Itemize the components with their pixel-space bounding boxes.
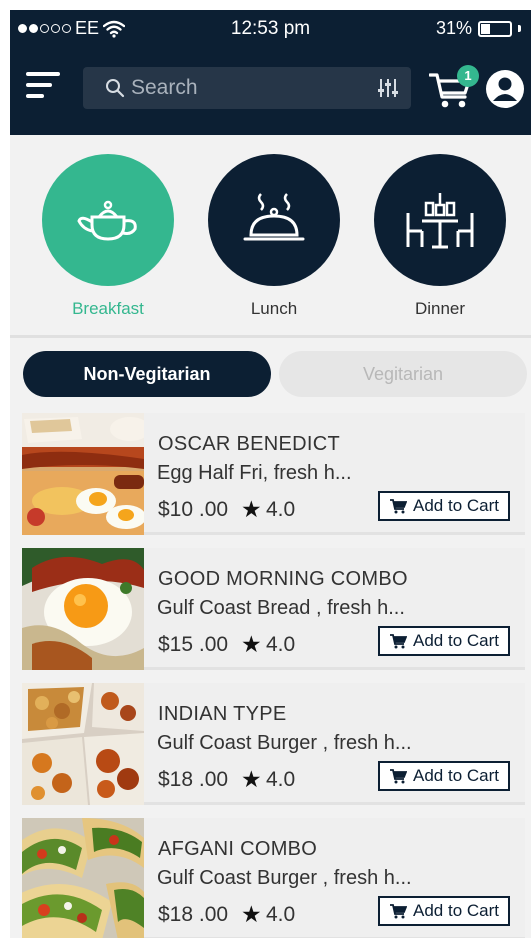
filter-sliders-icon[interactable] (377, 77, 399, 99)
profile-avatar-icon[interactable] (486, 70, 524, 108)
item-rating: 4.0 (266, 498, 296, 521)
app-frame: EE 12:53 pm 31% Search 1 Breakfast Lunch… (10, 10, 531, 938)
teapot-icon (77, 200, 137, 241)
category-label: Dinner (414, 299, 466, 318)
section-divider (10, 335, 531, 338)
cloche-icon (243, 193, 305, 241)
add-to-cart-button[interactable]: Add to Cart (378, 761, 510, 791)
add-to-cart-label: Add to Cart (413, 901, 499, 920)
list-item[interactable]: OSCAR BENEDICT Egg Half Fri, fresh h... … (22, 413, 525, 535)
food-image (22, 413, 144, 535)
add-to-cart-button[interactable]: Add to Cart (378, 491, 510, 521)
tab-vegitarian[interactable]: Vegitarian (279, 351, 527, 397)
search-input[interactable] (131, 76, 361, 100)
item-name: INDIAN TYPE (158, 703, 287, 725)
item-description: Gulf Coast Burger , fresh h... (157, 732, 412, 754)
menu-list: OSCAR BENEDICT Egg Half Fri, fresh h... … (22, 413, 525, 938)
item-rating: 4.0 (266, 633, 296, 656)
star-icon: ★ (241, 631, 262, 657)
category-breakfast[interactable]: Breakfast (42, 154, 174, 319)
hamburger-menu-icon[interactable] (26, 70, 62, 102)
category-label: Breakfast (72, 299, 144, 318)
cart-count-badge: 1 (457, 65, 479, 87)
search-icon (106, 79, 125, 98)
category-label: Lunch (250, 299, 298, 318)
add-to-cart-label: Add to Cart (413, 631, 499, 650)
category-row: Breakfast Lunch Dinner (10, 135, 531, 335)
battery-icon (478, 20, 512, 37)
item-rating: 4.0 (266, 903, 296, 926)
category-lunch[interactable]: Lunch (208, 154, 340, 319)
search-bar[interactable] (83, 67, 411, 109)
star-icon: ★ (241, 766, 262, 792)
item-price: $15 .00 (158, 633, 229, 656)
item-price: $18 .00 (158, 768, 229, 791)
battery-percent: 31% (435, 18, 472, 38)
top-header: EE 12:53 pm 31% Search 1 (10, 10, 531, 135)
add-to-cart-button[interactable]: Add to Cart (378, 626, 510, 656)
add-cart-icon (390, 499, 407, 514)
item-name: GOOD MORNING COMBO (158, 568, 408, 590)
food-image (22, 548, 144, 670)
add-to-cart-button[interactable]: Add to Cart (378, 896, 510, 926)
star-icon: ★ (241, 496, 262, 522)
food-image (22, 818, 144, 938)
add-cart-icon (390, 769, 407, 784)
tab-non-vegitarian[interactable]: Non-Vegitarian (23, 351, 271, 397)
item-price: $10 .00 (158, 498, 229, 521)
dining-table-icon (406, 193, 474, 249)
list-item[interactable]: AFGANI COMBO Gulf Coast Burger , fresh h… (22, 818, 525, 938)
add-cart-icon (390, 904, 407, 919)
add-to-cart-label: Add to Cart (413, 496, 499, 515)
item-rating: 4.0 (266, 768, 296, 791)
category-dinner[interactable]: Dinner (374, 154, 506, 319)
item-name: OSCAR BENEDICT (158, 433, 341, 455)
item-name: AFGANI COMBO (158, 838, 318, 860)
add-to-cart-label: Add to Cart (413, 766, 499, 785)
status-bar: EE 12:53 pm 31% (10, 18, 531, 42)
battery-status: 31% (436, 18, 521, 39)
item-description: Gulf Coast Burger , fresh h... (157, 867, 412, 889)
item-price: $18 .00 (158, 903, 229, 926)
item-description: Gulf Coast Bread , fresh h... (157, 597, 405, 619)
add-cart-icon (390, 634, 407, 649)
item-description: Egg Half Fri, fresh h... (157, 462, 352, 484)
diet-toggle: Non-Vegitarian Vegitarian (23, 351, 527, 397)
food-image (22, 683, 144, 805)
list-item[interactable]: INDIAN TYPE Gulf Coast Burger , fresh h.… (22, 683, 525, 805)
star-icon: ★ (241, 901, 262, 927)
list-item[interactable]: GOOD MORNING COMBO Gulf Coast Bread , fr… (22, 548, 525, 670)
